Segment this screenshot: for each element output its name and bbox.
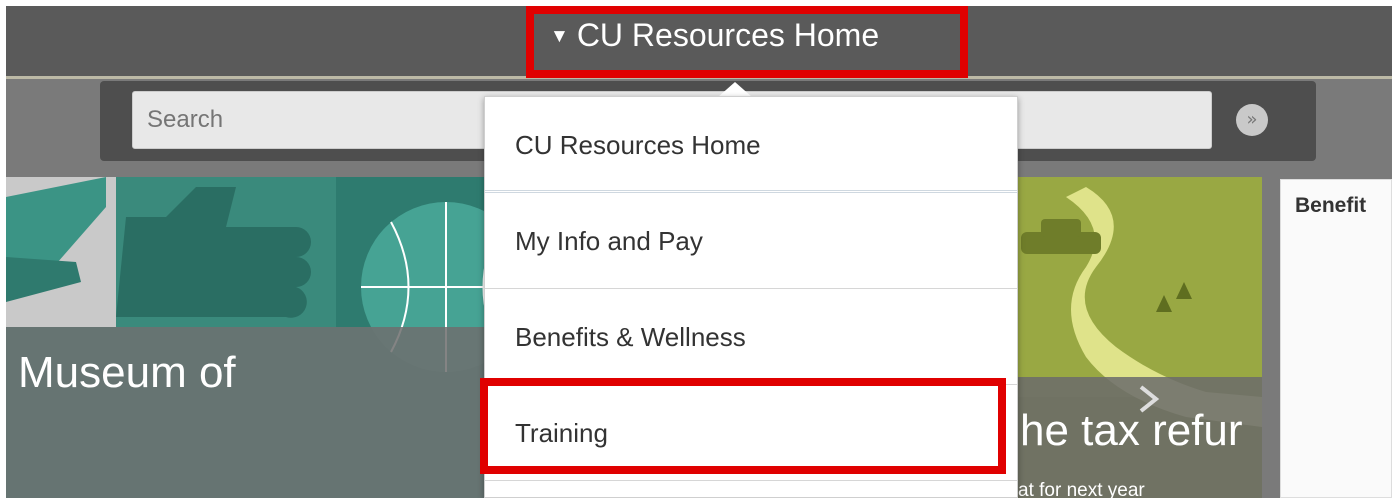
double-chevron-right-icon[interactable]: » bbox=[1236, 104, 1268, 136]
tile-museum-title[interactable]: Museum of bbox=[18, 348, 236, 398]
nav-dropdown-menu: CU Resources Home My Info and Pay Benefi… bbox=[484, 96, 1018, 498]
menu-item-benefits-wellness[interactable]: Benefits & Wellness bbox=[485, 289, 1017, 385]
menu-arrow-icon bbox=[718, 82, 752, 97]
top-page-strip bbox=[0, 0, 1392, 6]
benefits-card-title: Benefit bbox=[1295, 194, 1367, 217]
left-page-edge bbox=[0, 0, 6, 498]
tile-tax-subtitle: at for next year bbox=[1018, 480, 1145, 498]
tile-tax-title[interactable]: he tax refur bbox=[1020, 406, 1243, 456]
menu-item-my-info-and-pay[interactable]: My Info and Pay bbox=[485, 193, 1017, 289]
nav-dropdown-label: CU Resources Home bbox=[576, 17, 880, 53]
nav-dropdown-toggle[interactable]: ▼ CU Resources Home bbox=[536, 14, 879, 64]
benefits-card[interactable]: Benefit bbox=[1280, 179, 1392, 498]
menu-item-cu-resources-home[interactable]: CU Resources Home bbox=[485, 97, 1017, 193]
caret-down-icon: ▼ bbox=[550, 26, 569, 47]
menu-item-training[interactable]: Training bbox=[485, 385, 1017, 481]
